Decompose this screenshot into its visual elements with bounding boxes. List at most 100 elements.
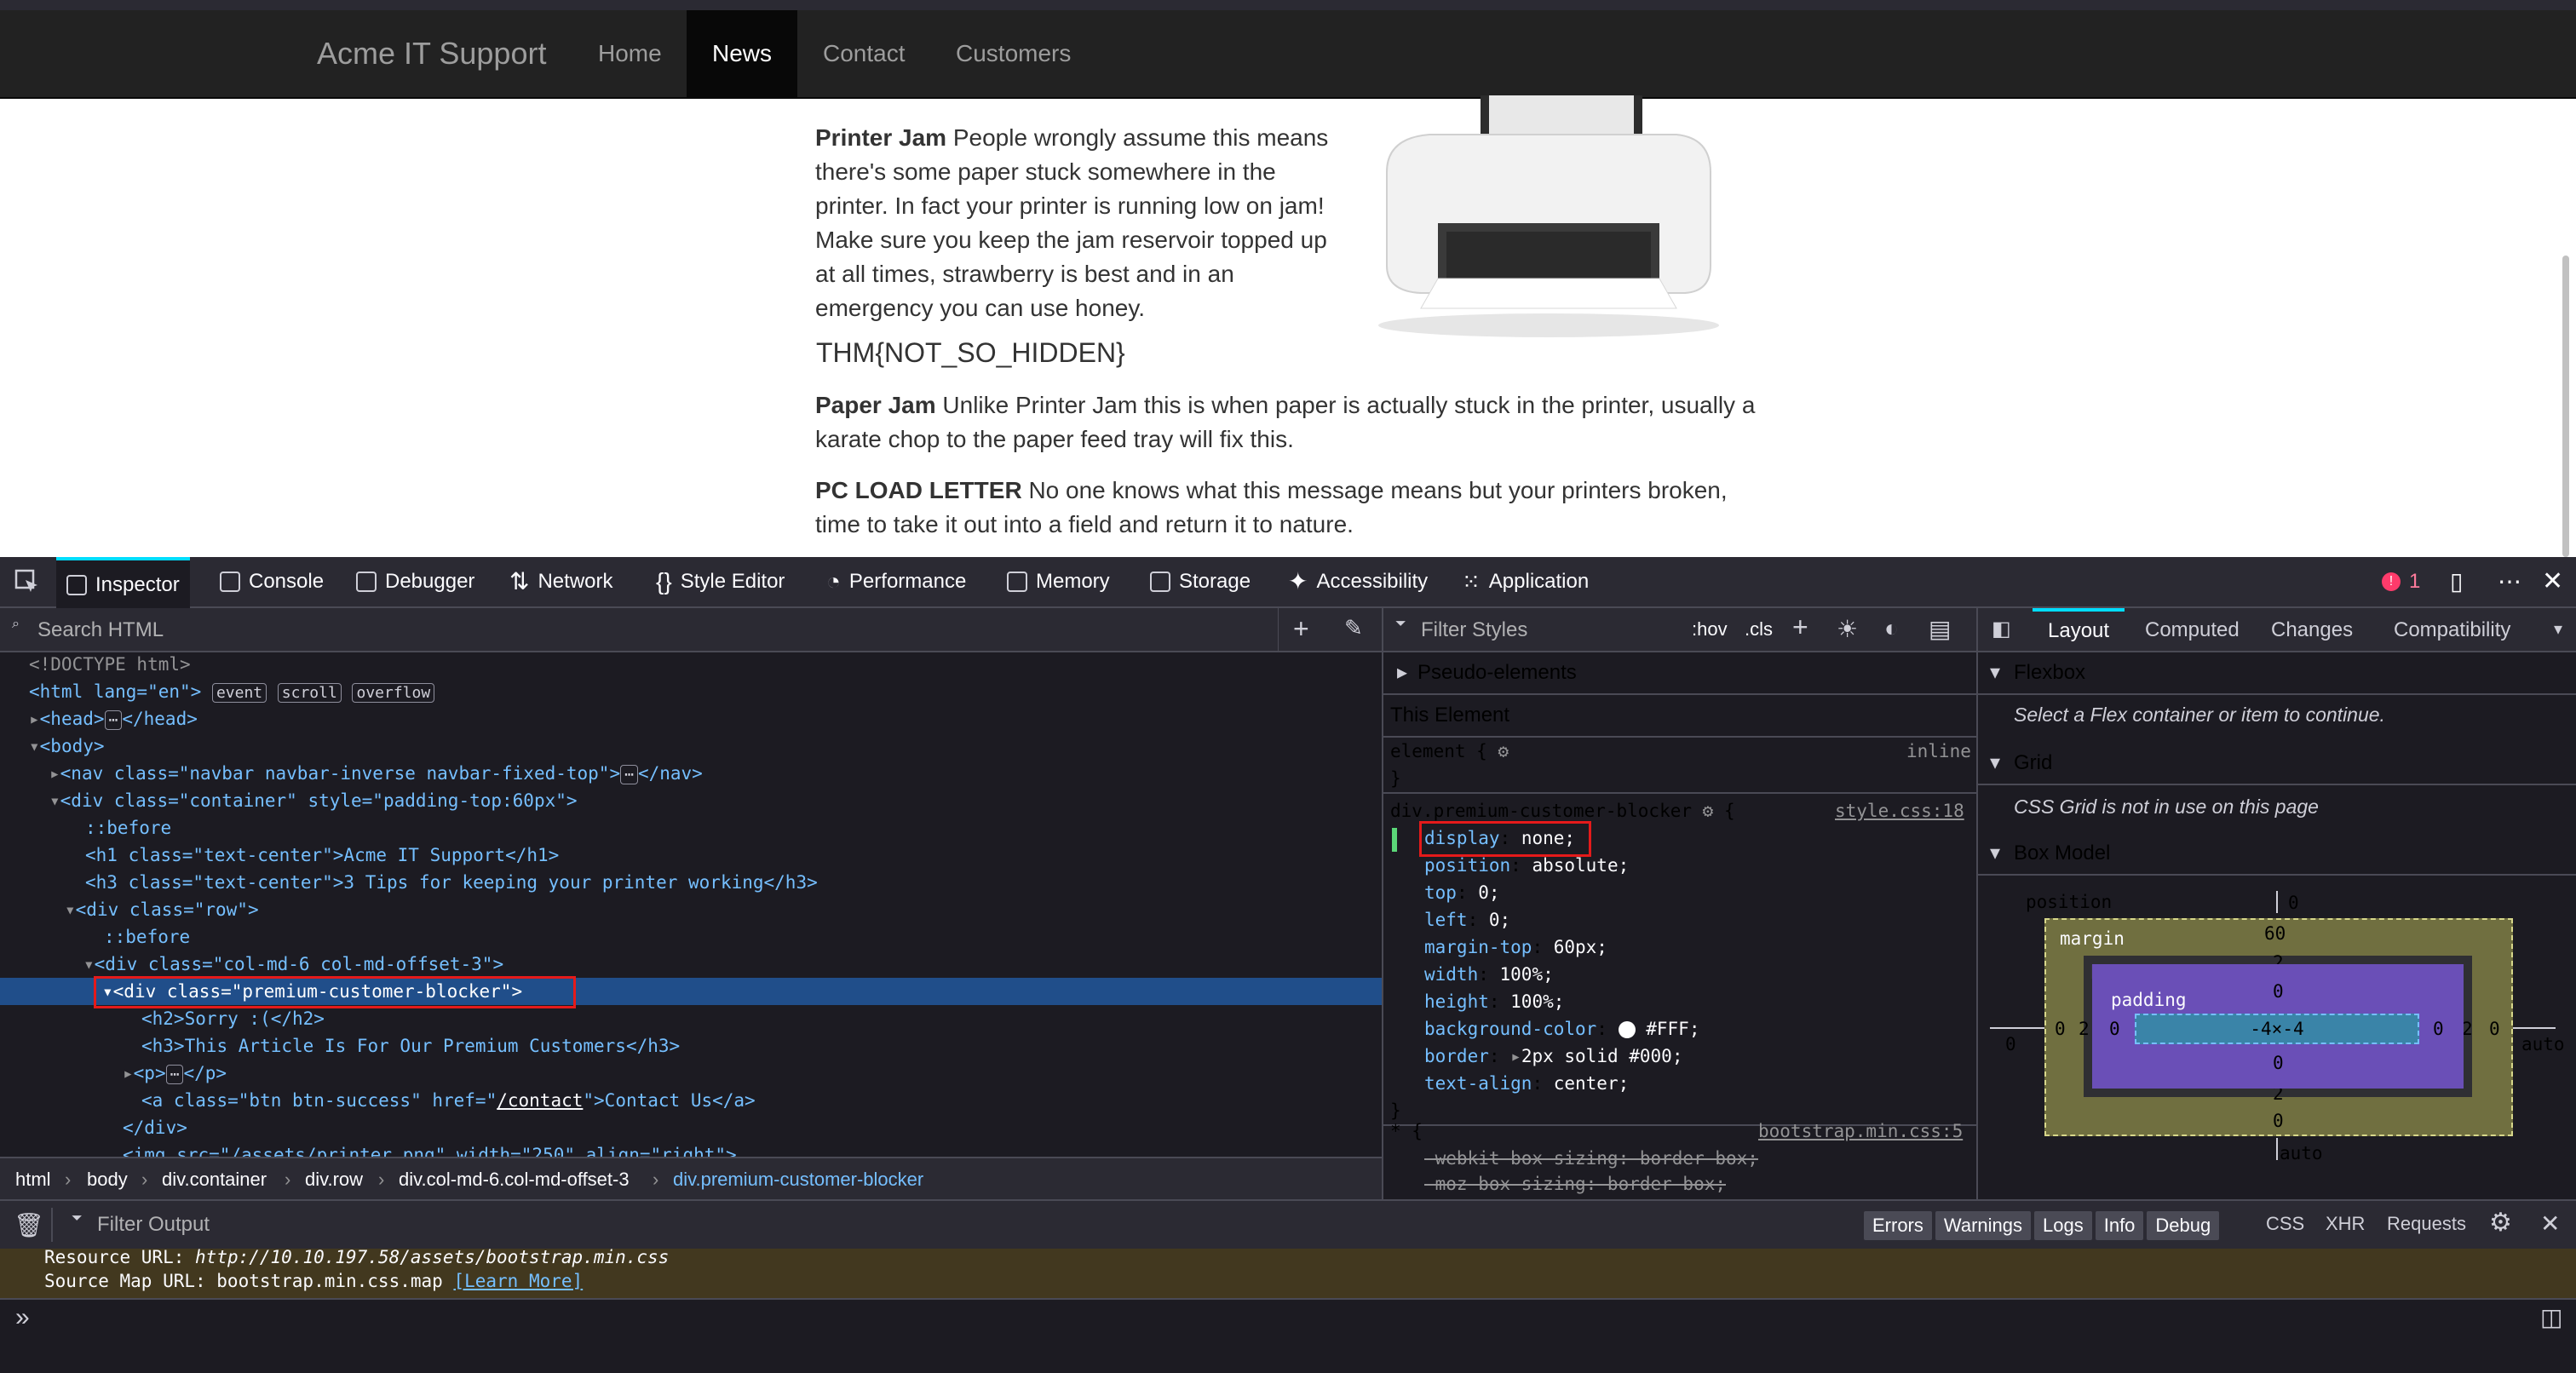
dark-mode-icon[interactable]: ◐ — [1884, 615, 1899, 642]
content-box[interactable]: -4×-4 — [2135, 1014, 2419, 1044]
decl-background-color[interactable]: background-color: #FFF; — [1424, 1015, 1699, 1043]
tab-console[interactable]: Console — [220, 557, 324, 606]
position-bottom[interactable]: auto — [2280, 1140, 2323, 1167]
eyedropper-icon[interactable]: ✎ — [1344, 615, 1363, 641]
nav-customers[interactable]: Customers — [930, 10, 1096, 97]
filter-warnings[interactable]: Warnings — [1935, 1211, 2031, 1240]
ellipsis-badge[interactable]: ⋯ — [165, 1065, 184, 1084]
decl-left[interactable]: left: 0; — [1424, 906, 1510, 934]
markup-doctype[interactable]: <!DOCTYPE html> — [29, 651, 191, 678]
class-toggle[interactable]: .cls — [1745, 618, 1773, 641]
markup-h2[interactable]: <h2>Sorry :(</h2> — [141, 1005, 325, 1032]
markup-before[interactable]: ::before — [85, 814, 171, 842]
position-top[interactable]: 0 — [2288, 889, 2299, 916]
flexbox-section[interactable]: ▾ Flexbox — [1978, 652, 2576, 695]
learn-more-link[interactable]: [Learn More] — [453, 1271, 583, 1291]
element-rule[interactable]: element { ⚙ — [1390, 738, 1509, 765]
decl-margin-top[interactable]: margin-top: 60px; — [1424, 934, 1607, 961]
markup-p[interactable]: ▸<p> ⋯ </p> — [123, 1060, 227, 1089]
overflow-badge[interactable]: overflow — [352, 683, 435, 703]
markup-h1[interactable]: <h1 class="text-center">Acme IT Support<… — [85, 842, 559, 869]
decl-top[interactable]: top: 0; — [1424, 879, 1500, 906]
nav-home[interactable]: Home — [572, 10, 687, 97]
toggle-sidebar-icon[interactable]: ◧ — [1992, 617, 2011, 641]
margin-right-value[interactable]: 0 — [2489, 1015, 2500, 1043]
event-badge[interactable]: event — [211, 683, 267, 703]
markup-row[interactable]: ▾<div class="row"> — [65, 896, 259, 923]
tab-accessibility[interactable]: ✦ Accessibility — [1288, 557, 1428, 606]
expand-icon[interactable]: ▸ — [29, 709, 40, 729]
breadcrumb-item[interactable]: div.row — [305, 1158, 363, 1201]
position-left[interactable]: 0 — [2005, 1031, 2016, 1058]
padding-bottom-value[interactable]: 0 — [2273, 1049, 2284, 1077]
close-devtools-icon[interactable]: ✕ — [2542, 557, 2563, 606]
markup-h3[interactable]: <h3 class="text-center">3 Tips for keepi… — [85, 869, 818, 896]
box-model-section[interactable]: ▾ Box Model — [1978, 833, 2576, 876]
decl-moz-box-sizing[interactable]: -moz-box-sizing: border-box; — [1424, 1170, 1726, 1198]
filter-styles-input[interactable]: Filter Styles — [1421, 618, 1527, 642]
ellipsis-badge[interactable]: ⋯ — [104, 710, 123, 730]
site-brand[interactable]: Acme IT Support — [317, 36, 546, 72]
position-right[interactable]: auto — [2521, 1031, 2565, 1058]
tab-application[interactable]: ⁙ Application — [1462, 557, 1589, 606]
rule-source-link[interactable]: style.css:18 — [1835, 797, 1964, 824]
breadcrumb-item-current[interactable]: div.premium-customer-blocker — [673, 1158, 923, 1201]
padding-top-value[interactable]: 0 — [2273, 978, 2284, 1005]
markup-nav[interactable]: ▸<nav class="navbar navbar-inverse navba… — [49, 760, 703, 789]
collapse-icon[interactable]: ▾ — [65, 899, 76, 920]
filter-logs[interactable]: Logs — [2034, 1211, 2092, 1240]
markup-before[interactable]: ::before — [104, 923, 190, 951]
expand-icon[interactable]: ▸ — [1510, 1046, 1521, 1066]
margin-top-value[interactable]: 60 — [2264, 920, 2286, 947]
padding-right-value[interactable]: 0 — [2433, 1015, 2444, 1043]
breadcrumb-item[interactable]: div.container — [162, 1158, 267, 1201]
breadcrumb-item[interactable]: html — [15, 1158, 51, 1201]
markup-col[interactable]: ▾<div class="col-md-6 col-md-offset-3"> — [83, 951, 503, 978]
margin-bottom-value[interactable]: 0 — [2273, 1107, 2284, 1135]
trash-icon[interactable]: 🗑 — [14, 1211, 44, 1239]
breadcrumb-item[interactable]: body — [87, 1158, 128, 1201]
print-icon[interactable]: ▤ — [1929, 615, 1951, 643]
filter-requests[interactable]: Requests — [2387, 1213, 2466, 1235]
tab-storage[interactable]: Storage — [1150, 557, 1251, 606]
collapse-icon[interactable]: ▾ — [49, 790, 60, 811]
tab-compatibility[interactable]: Compatibility — [2394, 618, 2510, 642]
markup-div-close[interactable]: </div> — [123, 1114, 187, 1141]
tab-performance[interactable]: ◔ Performance — [826, 557, 966, 606]
tab-inspector[interactable]: Inspector — [56, 557, 190, 610]
decl-webkit-box-sizing[interactable]: -webkit-box-sizing: border-box; — [1424, 1145, 1758, 1172]
console-input[interactable] — [85, 1301, 2504, 1336]
collapse-icon[interactable]: ▾ — [29, 736, 40, 756]
pseudo-elements-section[interactable]: ▸ Pseudo-elements — [1383, 652, 1976, 695]
markup-container[interactable]: ▾<div class="container" style="padding-t… — [49, 787, 578, 814]
white-swatch-icon[interactable] — [1618, 1021, 1636, 1038]
star-rule[interactable]: * { — [1390, 1117, 1423, 1145]
decl-height[interactable]: height: 100%; — [1424, 988, 1564, 1015]
filter-css[interactable]: CSS — [2266, 1213, 2304, 1235]
border-left-value[interactable]: 2 — [2079, 1015, 2090, 1043]
error-count-badge[interactable]: ! 1 — [2382, 557, 2420, 606]
filter-info[interactable]: Info — [2095, 1211, 2144, 1240]
tab-network[interactable]: ⇅ Network — [509, 557, 613, 606]
expand-icon[interactable]: ▸ — [123, 1063, 134, 1083]
decl-position[interactable]: position: absolute; — [1424, 852, 1629, 879]
chevron-down-icon[interactable]: ▾ — [2554, 618, 2562, 640]
more-options-icon[interactable]: ⋯ — [2498, 557, 2521, 606]
dock-icon[interactable]: ▯ — [2450, 557, 2463, 606]
filter-xhr[interactable]: XHR — [2326, 1213, 2365, 1235]
editor-mode-icon[interactable]: ◫ — [2540, 1303, 2562, 1331]
markup-html[interactable]: <html lang="en"> event scroll overflow — [29, 678, 435, 707]
nav-news[interactable]: News — [687, 10, 798, 97]
light-mode-icon[interactable]: ☀ — [1837, 615, 1858, 643]
breadcrumb-item[interactable]: div.col-md-6.col-md-offset-3 — [399, 1158, 630, 1201]
markup-link[interactable]: /contact — [497, 1090, 583, 1111]
page-scrollbar[interactable] — [2562, 256, 2569, 557]
expand-icon[interactable]: ▸ — [49, 763, 60, 784]
gear-icon[interactable]: ⚙ — [1703, 801, 1714, 821]
close-split-console-icon[interactable]: ✕ — [2540, 1209, 2560, 1238]
filter-errors[interactable]: Errors — [1864, 1211, 1932, 1240]
nav-contact[interactable]: Contact — [797, 10, 931, 97]
padding-left-value[interactable]: 0 — [2109, 1015, 2120, 1043]
search-html-input[interactable]: Search HTML — [37, 618, 164, 642]
ellipsis-badge[interactable]: ⋯ — [620, 765, 638, 784]
